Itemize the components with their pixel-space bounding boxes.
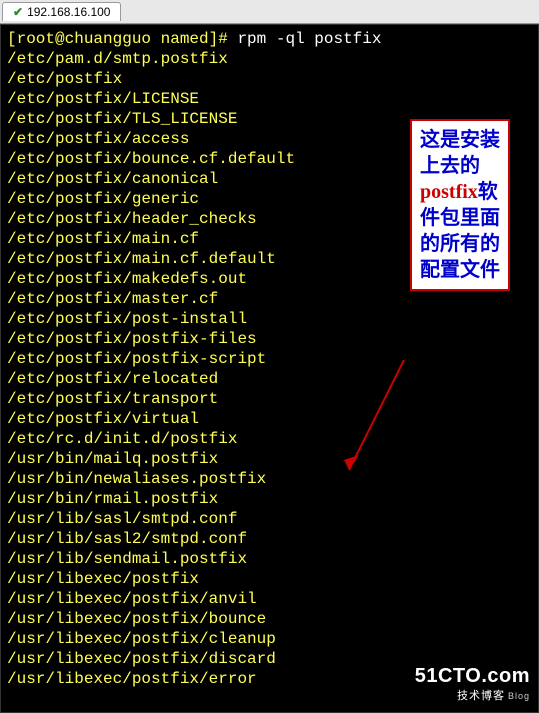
output-line: /etc/postfix — [7, 69, 532, 89]
tab-label: 192.168.16.100 — [27, 5, 110, 19]
output-line: /usr/libexec/postfix/anvil — [7, 589, 532, 609]
watermark-sub: 技术博客Blog — [415, 686, 530, 706]
connection-tab[interactable]: ✔ 192.168.16.100 — [2, 2, 121, 21]
output-line: /etc/postfix/postfix-files — [7, 329, 532, 349]
output-line: /usr/libexec/postfix — [7, 569, 532, 589]
output-line: /usr/libexec/postfix/cleanup — [7, 629, 532, 649]
output-line: /etc/postfix/transport — [7, 389, 532, 409]
shell-command: rpm -ql postfix — [237, 30, 381, 48]
output-line: /etc/pam.d/smtp.postfix — [7, 49, 532, 69]
check-icon: ✔ — [13, 5, 23, 19]
watermark-brand: 51CTO.com — [415, 666, 530, 686]
annotation-highlight: postfix — [420, 181, 478, 203]
output-line: /etc/postfix/relocated — [7, 369, 532, 389]
prompt-line: [root@chuangguo named]# rpm -ql postfix — [7, 29, 532, 49]
output-line: /etc/rc.d/init.d/postfix — [7, 429, 532, 449]
output-line: /usr/bin/mailq.postfix — [7, 449, 532, 469]
output-line: /usr/libexec/postfix/bounce — [7, 609, 532, 629]
output-line: /usr/lib/sasl2/smtpd.conf — [7, 529, 532, 549]
output-line: /etc/postfix/LICENSE — [7, 89, 532, 109]
output-line: /etc/postfix/master.cf — [7, 289, 532, 309]
terminal[interactable]: [root@chuangguo named]# rpm -ql postfix … — [0, 24, 539, 713]
output-line: /etc/postfix/post-install — [7, 309, 532, 329]
shell-prompt: [root@chuangguo named]# — [7, 30, 228, 48]
annotation-text-before: 这是安装上去的 — [420, 129, 500, 177]
output-line: /etc/postfix/virtual — [7, 409, 532, 429]
tab-bar: ✔ 192.168.16.100 — [0, 0, 539, 24]
output-line: /usr/bin/newaliases.postfix — [7, 469, 532, 489]
output-line: /usr/bin/rmail.postfix — [7, 489, 532, 509]
output-line: /etc/postfix/postfix-script — [7, 349, 532, 369]
annotation-callout: 这是安装上去的postfix软件包里面的所有的配置文件 — [410, 119, 510, 291]
output-line: /usr/lib/sendmail.postfix — [7, 549, 532, 569]
watermark: 51CTO.com 技术博客Blog — [415, 666, 530, 706]
output-line: /usr/lib/sasl/smtpd.conf — [7, 509, 532, 529]
